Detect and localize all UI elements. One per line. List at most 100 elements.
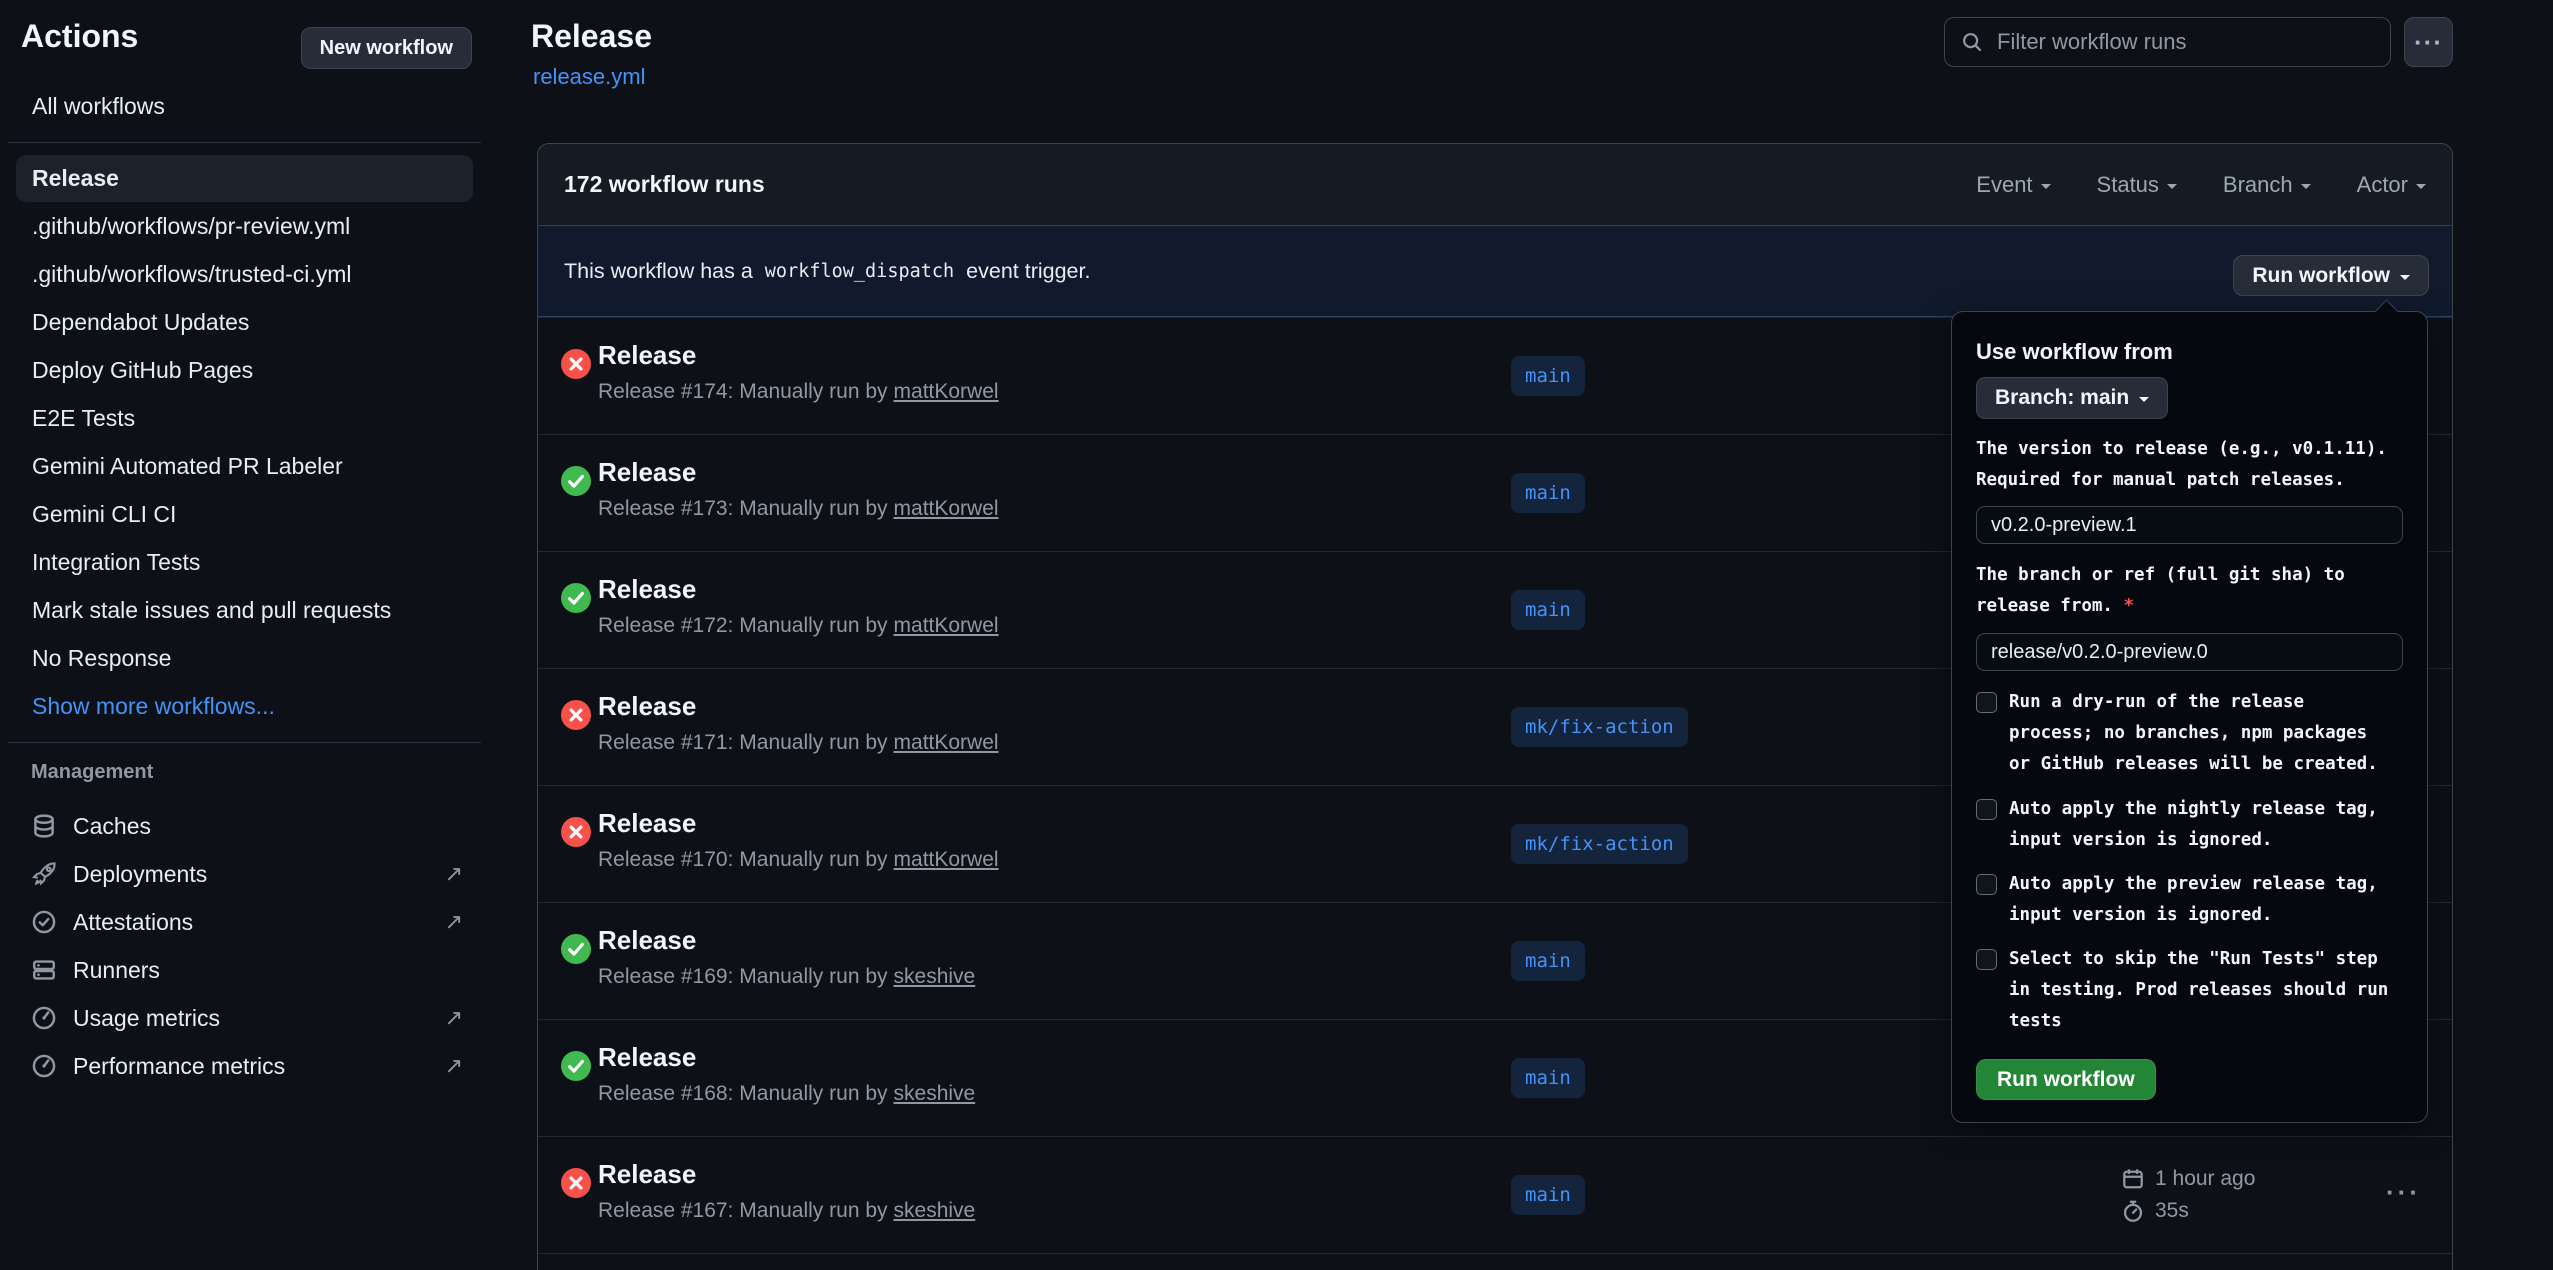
run-description: Release #173: Manually run bymattKorwel <box>598 497 999 521</box>
sidebar-item-pr-review[interactable]: .github/workflows/pr-review.yml <box>16 202 473 250</box>
run-title-link[interactable]: Release <box>598 1040 696 1074</box>
run-options-kebab-button[interactable]: ··· <box>2386 1177 2421 1208</box>
sidebar-item-label: Runners <box>73 957 160 984</box>
filter-workflow-runs-input[interactable] <box>1995 28 2380 56</box>
search-icon <box>1961 31 1983 53</box>
run-actor-link[interactable]: skeshive <box>894 1082 976 1105</box>
run-description: Release #172: Manually run bymattKorwel <box>598 614 999 638</box>
runs-list-header: 172 workflow runs Event Status Branch Ac… <box>538 144 2452 225</box>
run-description-text: Release #169: Manually run by <box>598 965 888 988</box>
sidebar-item-label: Deployments <box>73 861 207 888</box>
run-actor-link[interactable]: mattKorwel <box>894 731 999 754</box>
workflow-options-kebab-button[interactable]: ··· <box>2404 17 2453 67</box>
branch-badge[interactable]: main <box>1511 1175 1585 1215</box>
branch-badge[interactable]: main <box>1511 1058 1585 1098</box>
run-title-link[interactable]: Release <box>598 455 696 489</box>
branch-badge[interactable]: main <box>1511 473 1585 513</box>
filter-label: Event <box>1976 172 2032 198</box>
failure-status-icon <box>561 817 591 847</box>
run-title-link[interactable]: Release <box>598 1157 696 1191</box>
sidebar-divider <box>8 742 481 743</box>
sidebar-item-integration-tests[interactable]: Integration Tests <box>16 538 473 586</box>
management-section-label: Management <box>31 752 153 792</box>
filter-label: Status <box>2097 172 2159 198</box>
dry-run-checkbox[interactable] <box>1976 692 1997 713</box>
stopwatch-icon <box>2121 1199 2145 1223</box>
show-more-workflows-link[interactable]: Show more workflows... <box>16 682 473 730</box>
run-title-link[interactable]: Release <box>598 806 696 840</box>
nightly-tag-checkbox[interactable] <box>1976 799 1997 820</box>
sidebar-item-dependabot-updates[interactable]: Dependabot Updates <box>16 298 473 346</box>
run-actor-link[interactable]: skeshive <box>894 965 976 988</box>
sidebar-item-no-response[interactable]: No Response <box>16 634 473 682</box>
run-workflow-submit-button[interactable]: Run workflow <box>1976 1059 2156 1100</box>
sidebar-item-label: Attestations <box>73 909 193 936</box>
filter-workflow-runs-box <box>1944 17 2391 67</box>
run-description-text: Release #171: Manually run by <box>598 731 888 754</box>
sidebar-item-label: Caches <box>73 813 151 840</box>
version-input[interactable] <box>1976 506 2403 544</box>
sidebar-item-runners[interactable]: Runners <box>16 946 481 994</box>
workflow-file-link[interactable]: release.yml <box>533 64 645 90</box>
page-title: Release <box>531 14 652 58</box>
external-link-icon: ↗ <box>445 861 463 887</box>
workflow-run-row[interactable]: Release Release #167: Manually run byske… <box>538 1136 2452 1253</box>
workflow-dispatch-banner: This workflow has a workflow_dispatch ev… <box>538 225 2452 317</box>
sidebar-item-release[interactable]: Release <box>16 155 473 202</box>
sidebar-item-caches[interactable]: Caches <box>16 802 481 850</box>
run-title-link[interactable]: Release <box>598 338 696 372</box>
branch-badge[interactable]: mk/fix-action <box>1511 824 1688 864</box>
sidebar-item-mark-stale[interactable]: Mark stale issues and pull requests <box>16 586 473 634</box>
branch-badge[interactable]: main <box>1511 356 1585 396</box>
run-description: Release #168: Manually run byskeshive <box>598 1082 975 1106</box>
sidebar-item-all-workflows[interactable]: All workflows <box>16 82 489 130</box>
skip-tests-checkbox[interactable] <box>1976 949 1997 970</box>
checkbox-label: Run a dry-run of the release process; no… <box>2009 687 2394 780</box>
status-filter-dropdown[interactable]: Status <box>2097 172 2177 198</box>
sidebar-item-gemini-pr-labeler[interactable]: Gemini Automated PR Labeler <box>16 442 473 490</box>
run-actor-link[interactable]: mattKorwel <box>894 614 999 637</box>
failure-status-icon <box>561 700 591 730</box>
database-icon <box>31 813 57 839</box>
run-actor-link[interactable]: mattKorwel <box>894 497 999 520</box>
server-icon <box>31 957 57 983</box>
run-actor-link[interactable]: mattKorwel <box>894 848 999 871</box>
new-workflow-button[interactable]: New workflow <box>301 27 472 69</box>
sidebar-item-deployments[interactable]: Deployments ↗ <box>16 850 481 898</box>
external-link-icon: ↗ <box>445 1053 463 1079</box>
branch-selector-button[interactable]: Branch: main <box>1976 377 2168 419</box>
event-filter-dropdown[interactable]: Event <box>1976 172 2050 198</box>
sidebar-item-performance-metrics[interactable]: Performance metrics ↗ <box>16 1042 481 1090</box>
run-workflow-dropdown-button[interactable]: Run workflow <box>2233 255 2429 296</box>
run-actor-link[interactable]: mattKorwel <box>894 380 999 403</box>
branch-badge[interactable]: main <box>1511 941 1585 981</box>
management-list: Caches Deployments ↗ <box>16 802 481 1090</box>
branch-filter-dropdown[interactable]: Branch <box>2223 172 2311 198</box>
sidebar-item-attestations[interactable]: Attestations ↗ <box>16 898 481 946</box>
sidebar-item-e2e-tests[interactable]: E2E Tests <box>16 394 473 442</box>
success-status-icon <box>561 1051 591 1081</box>
sidebar-item-gemini-cli-ci[interactable]: Gemini CLI CI <box>16 490 473 538</box>
sidebar-item-deploy-github-pages[interactable]: Deploy GitHub Pages <box>16 346 473 394</box>
run-title-link[interactable]: Release <box>598 572 696 606</box>
filter-label: Actor <box>2357 172 2408 198</box>
panel-heading: Use workflow from <box>1976 337 2403 367</box>
run-title-link[interactable]: Release <box>598 689 696 723</box>
sidebar: Actions New workflow All workflows Relea… <box>0 0 497 1270</box>
branch-badge[interactable]: main <box>1511 590 1585 630</box>
branch-badge[interactable]: mk/fix-action <box>1511 707 1688 747</box>
chevron-down-icon <box>2400 275 2410 285</box>
run-title-link[interactable]: Release <box>598 923 696 957</box>
success-status-icon <box>561 934 591 964</box>
actor-filter-dropdown[interactable]: Actor <box>2357 172 2426 198</box>
run-description: Release #171: Manually run by mattKorwel <box>598 731 999 755</box>
success-status-icon <box>561 466 591 496</box>
chevron-down-icon <box>2041 184 2051 194</box>
ref-input[interactable] <box>1976 633 2403 671</box>
external-link-icon: ↗ <box>445 1005 463 1031</box>
sidebar-item-usage-metrics[interactable]: Usage metrics ↗ <box>16 994 481 1042</box>
run-actor-link[interactable]: skeshive <box>894 1199 976 1222</box>
preview-tag-checkbox[interactable] <box>1976 874 1997 895</box>
run-workflow-panel: Use workflow from Branch: main The versi… <box>1951 311 2428 1123</box>
sidebar-item-trusted-ci[interactable]: .github/workflows/trusted-ci.yml <box>16 250 473 298</box>
